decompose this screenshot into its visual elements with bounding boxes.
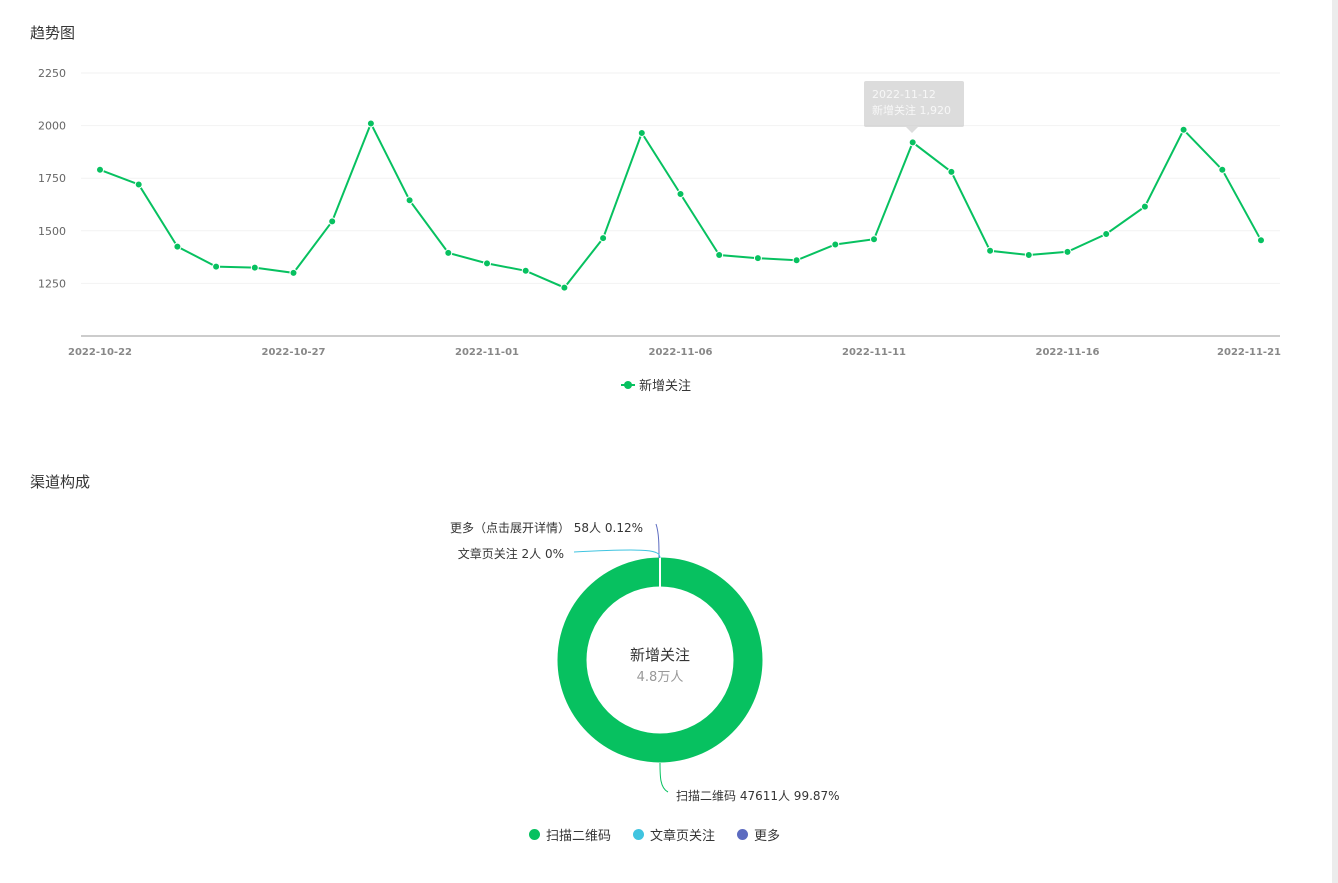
label-article: 文章页关注 2人 0% bbox=[458, 546, 564, 561]
y-axis-ticks: 1250 1500 1750 2000 2250 bbox=[38, 67, 66, 290]
data-point[interactable] bbox=[792, 256, 801, 265]
series-line-new-follows bbox=[99, 121, 1262, 289]
trend-line-chart: 12501500175020002250 2022-10-22 2022-10-2… bbox=[38, 67, 1281, 358]
data-point[interactable] bbox=[560, 283, 569, 292]
label-scan-qr: 扫描二维码 47611人 99.87% bbox=[676, 789, 840, 803]
data-point[interactable] bbox=[599, 234, 608, 243]
data-point[interactable] bbox=[96, 165, 104, 174]
data-point[interactable] bbox=[908, 138, 917, 147]
x-tick-label: 2022-10-22 bbox=[68, 347, 132, 358]
data-point[interactable] bbox=[1063, 247, 1072, 256]
legend-item-article[interactable]: 文章页关注 bbox=[633, 825, 715, 844]
label-more: 更多（点击展开详情） 58人 0.12% bbox=[450, 520, 643, 535]
legend-dot-icon bbox=[633, 829, 645, 840]
x-tick-label: 2022-11-16 bbox=[1036, 347, 1100, 358]
y-tick-label: 2250 bbox=[38, 67, 66, 80]
leader-line-article bbox=[573, 549, 661, 559]
data-point[interactable] bbox=[444, 248, 453, 257]
data-point[interactable] bbox=[1140, 202, 1149, 211]
data-point[interactable] bbox=[715, 250, 724, 259]
data-point[interactable] bbox=[986, 246, 995, 255]
y-tick-label: 1500 bbox=[38, 225, 66, 238]
donut-center-value: 4.8万人 bbox=[637, 670, 684, 685]
y-tick-label: 2000 bbox=[38, 120, 66, 133]
y-tick-label: 1250 bbox=[38, 277, 66, 290]
x-tick-label: 2022-11-01 bbox=[455, 347, 519, 358]
legend-dot-icon bbox=[529, 829, 540, 840]
data-point[interactable] bbox=[637, 128, 646, 137]
data-point[interactable] bbox=[328, 217, 337, 226]
data-point[interactable] bbox=[212, 262, 221, 271]
data-point[interactable] bbox=[366, 119, 375, 128]
data-point[interactable] bbox=[831, 240, 840, 249]
donut-slice-scan-qr[interactable] bbox=[557, 557, 763, 763]
y-tick-label: 1750 bbox=[38, 172, 66, 185]
data-point[interactable] bbox=[521, 266, 530, 275]
page-scrollbar[interactable] bbox=[1332, 0, 1338, 883]
data-point[interactable] bbox=[1257, 236, 1265, 245]
data-point[interactable] bbox=[1218, 165, 1227, 174]
x-tick-label: 2022-11-21 bbox=[1217, 347, 1281, 358]
line-marker-icon bbox=[621, 380, 635, 390]
data-point[interactable] bbox=[134, 180, 143, 189]
legend-label: 扫描二维码 bbox=[546, 829, 612, 844]
x-tick-label: 2022-11-06 bbox=[649, 347, 713, 358]
data-point[interactable] bbox=[1024, 250, 1033, 259]
data-point[interactable] bbox=[753, 254, 762, 263]
data-point[interactable] bbox=[289, 268, 298, 277]
leader-line-scan-qr bbox=[659, 762, 669, 793]
x-tick-label: 2022-11-11 bbox=[842, 347, 906, 358]
channel-chart-title: 渠道构成 bbox=[30, 473, 91, 491]
channel-legend[interactable]: 扫描二维码 文章页关注 更多 bbox=[529, 825, 780, 844]
legend-item-more[interactable]: 更多 bbox=[737, 825, 780, 844]
legend-item-new-follows[interactable]: 新增关注 bbox=[621, 375, 691, 394]
legend-item-scan-qr[interactable]: 扫描二维码 bbox=[529, 825, 611, 844]
leader-line-more bbox=[655, 523, 660, 559]
chart-gridlines bbox=[81, 72, 1280, 284]
data-point[interactable] bbox=[250, 263, 259, 272]
series-points bbox=[96, 119, 1265, 292]
chart-tooltip: 2022-11-12 新增关注 1,920 bbox=[864, 81, 964, 133]
data-point[interactable] bbox=[1179, 125, 1188, 134]
trend-legend[interactable]: 新增关注 bbox=[621, 375, 691, 394]
x-axis-ticks: 2022-10-22 2022-10-27 2022-11-01 2022-11-06… bbox=[68, 347, 1281, 358]
legend-label: 新增关注 bbox=[639, 379, 692, 394]
legend-label: 更多 bbox=[754, 829, 781, 844]
legend-label: 文章页关注 bbox=[650, 829, 716, 844]
tooltip-value: 新增关注 1,920 bbox=[872, 104, 951, 117]
data-point[interactable] bbox=[483, 259, 491, 268]
x-tick-label: 2022-10-27 bbox=[262, 347, 326, 358]
legend-dot-icon bbox=[737, 829, 749, 840]
donut-center-label: 新增关注 bbox=[630, 646, 690, 664]
data-point[interactable] bbox=[173, 242, 182, 251]
tooltip-date: 2022-11-12 bbox=[872, 88, 936, 101]
data-point[interactable] bbox=[870, 235, 878, 244]
data-point[interactable] bbox=[405, 196, 414, 205]
data-point[interactable] bbox=[1102, 229, 1111, 238]
data-point[interactable] bbox=[676, 189, 685, 198]
data-point[interactable] bbox=[947, 167, 956, 176]
